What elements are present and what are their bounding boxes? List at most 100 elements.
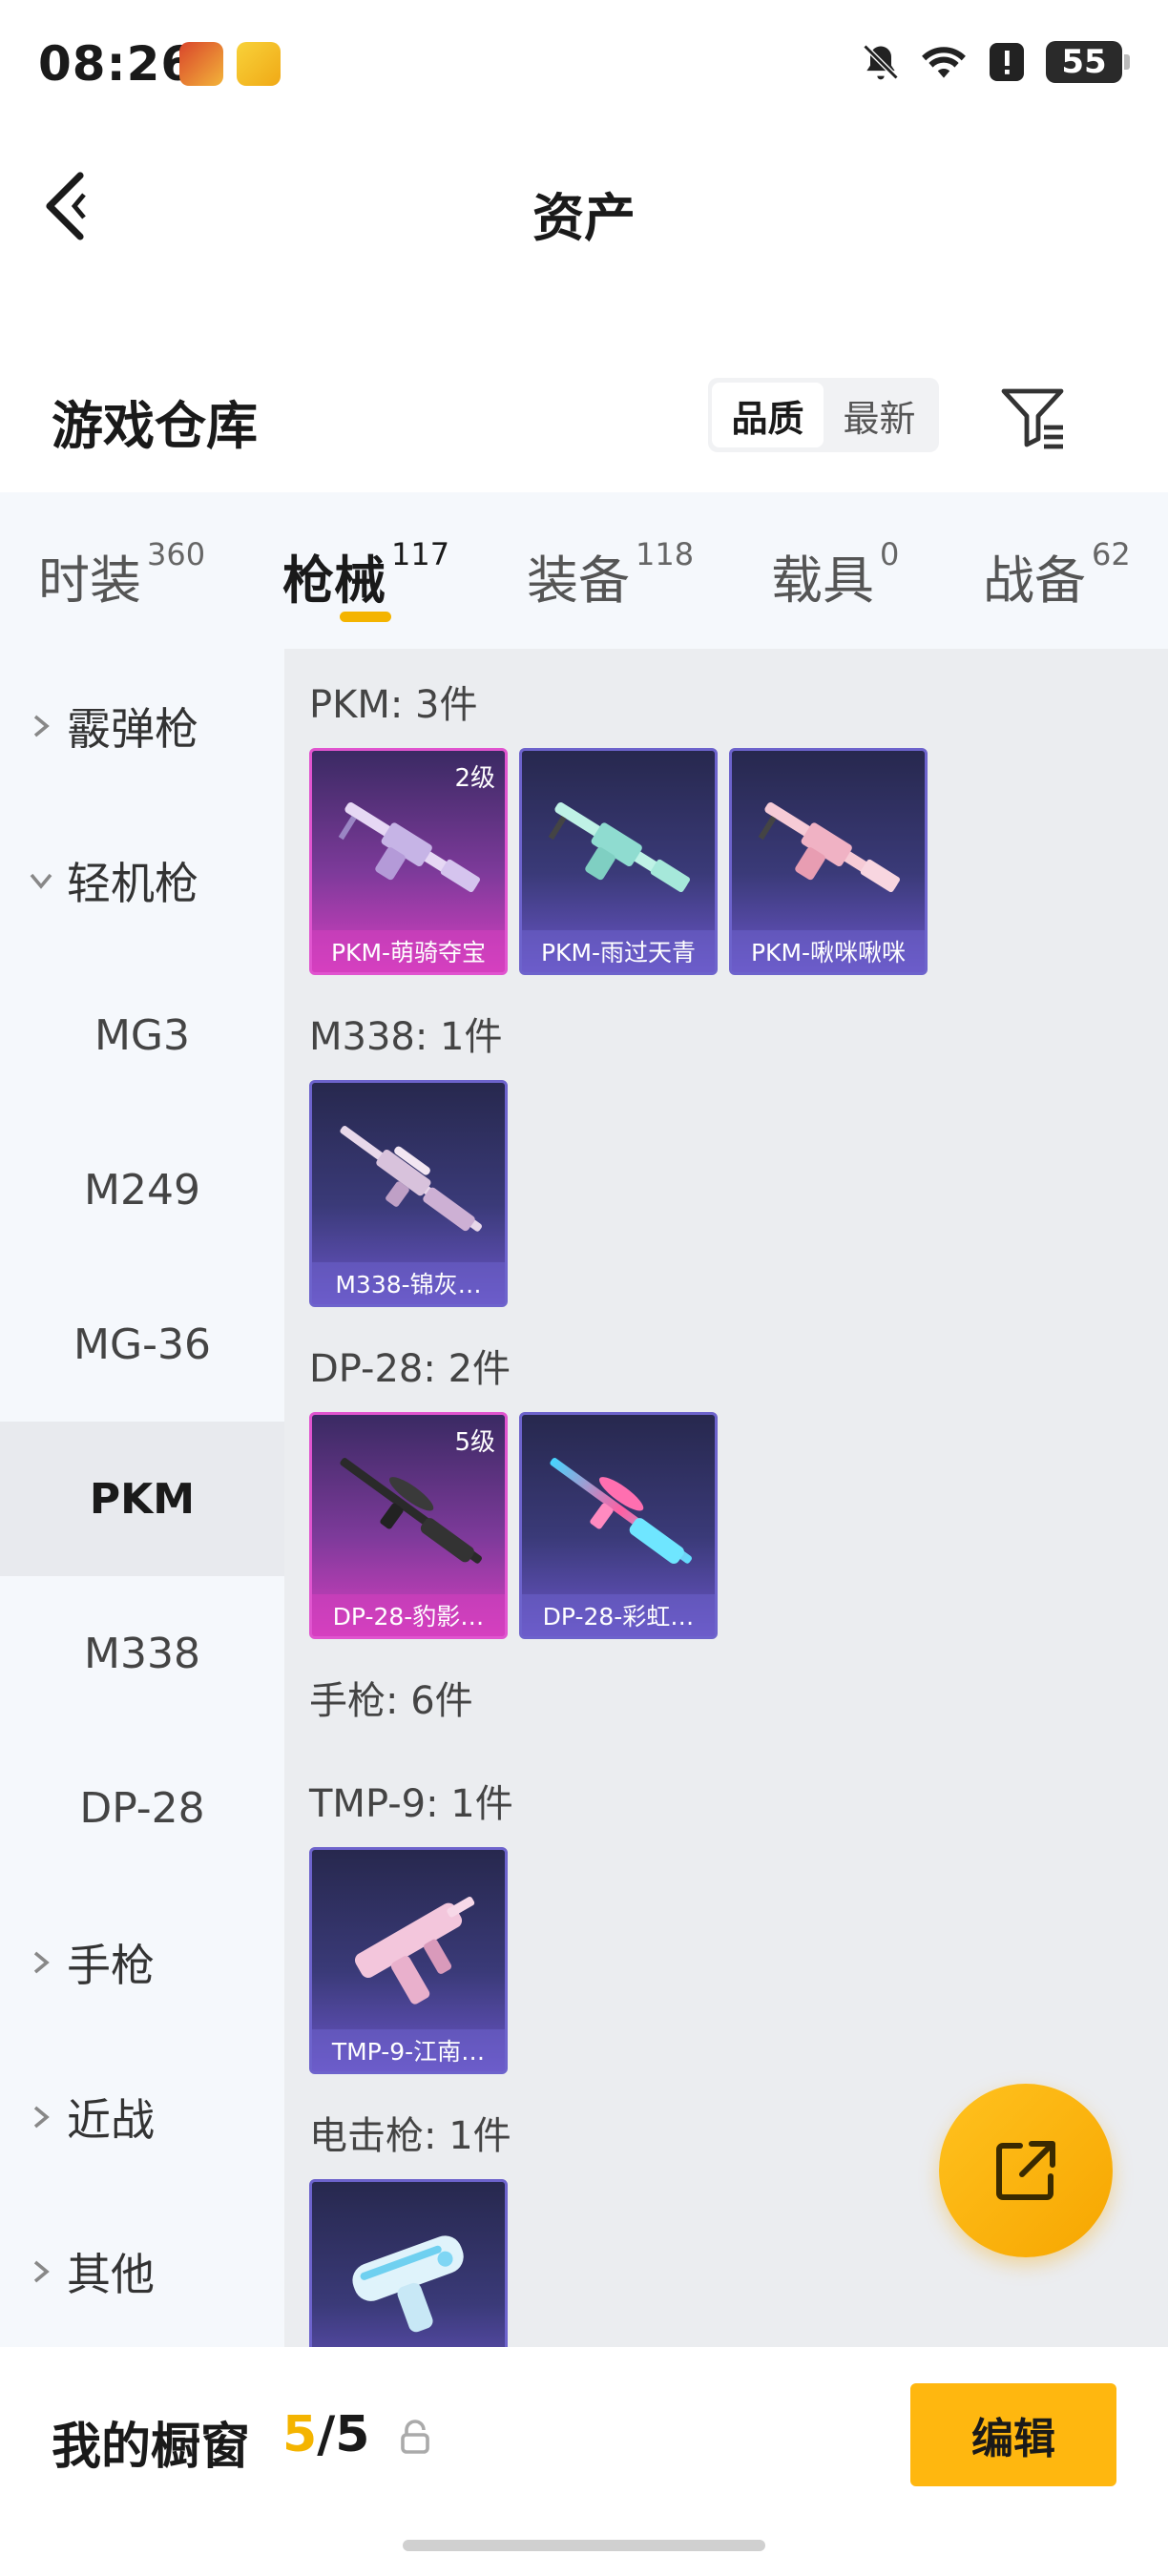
- sidebar-item-label: DP-28: [79, 1783, 205, 1833]
- item-name: PKM-啾咪啾咪: [732, 930, 925, 972]
- chevron-right-icon: [27, 2103, 55, 2131]
- item-name: M338-锦灰…: [312, 1262, 505, 1304]
- tab-count: 117: [391, 536, 450, 572]
- app-notification-icon: [237, 42, 281, 86]
- alert-icon: [983, 38, 1031, 86]
- sidebar-item-label: M338: [84, 1629, 200, 1678]
- sidebar-item-label: 其他: [67, 2249, 155, 2300]
- item-card[interactable]: 2级 PKM-萌骑夺宝: [309, 748, 508, 975]
- chevron-right-icon: [27, 1948, 55, 1977]
- tab-label: 时装: [38, 551, 141, 611]
- active-tab-indicator: [340, 612, 391, 622]
- sort-newest-button[interactable]: 最新: [824, 383, 935, 447]
- sidebar-item-m249[interactable]: M249: [0, 1112, 284, 1267]
- app-notification-icon: [179, 42, 223, 86]
- tab-count: 62: [1092, 536, 1131, 572]
- tab-count: 360: [147, 536, 206, 572]
- sidebar-item-dp28[interactable]: DP-28: [0, 1731, 284, 1885]
- share-fab[interactable]: [939, 2084, 1113, 2257]
- chevron-down-icon: [27, 866, 55, 895]
- group-title: DP-28: 2件: [309, 1347, 511, 1391]
- lmg-skin-image: [548, 802, 691, 893]
- sidebar-item-label: 霰弹枪: [67, 703, 198, 755]
- item-name: TMP-9-江南…: [312, 2029, 505, 2071]
- tab-label: 装备: [527, 551, 630, 611]
- sidebar-item-shotgun[interactable]: 霰弹枪: [0, 649, 284, 803]
- group-title: PKM: 3件: [309, 683, 478, 727]
- tab-label: 战备: [983, 551, 1086, 611]
- tab-firearms[interactable]: 枪械 117: [282, 536, 450, 613]
- showcase-bar: 我的橱窗 5/5 编辑: [0, 2347, 1168, 2576]
- page-header: 资产: [0, 134, 1168, 277]
- warehouse-header: 游戏仓库 品质 最新: [0, 363, 1168, 477]
- tab-count: 0: [880, 536, 900, 572]
- chevron-right-icon: [27, 712, 55, 740]
- sort-toggle: 品质 最新: [708, 378, 939, 452]
- showcase-count: 5/5: [282, 2406, 369, 2463]
- tab-vehicles[interactable]: 载具 0: [771, 536, 900, 613]
- filter-button[interactable]: [998, 382, 1067, 450]
- sidebar-item-mg3[interactable]: MG3: [0, 958, 284, 1112]
- item-card[interactable]: M338-锦灰…: [309, 1080, 508, 1307]
- tab-equipment[interactable]: 装备 118: [527, 536, 695, 613]
- mute-bell-icon: [857, 38, 905, 86]
- chevron-right-icon: [27, 2257, 55, 2286]
- sidebar-item-melee[interactable]: 近战: [0, 2040, 284, 2194]
- sniper-skin-image: [340, 1126, 482, 1232]
- sidebar-item-pistol[interactable]: 手枪: [0, 1885, 284, 2040]
- showcase-total-count: 5: [335, 2406, 370, 2463]
- level-badge: 2级: [454, 764, 495, 793]
- showcase-used-count: 5: [282, 2406, 318, 2463]
- sidebar-item-label: 轻机枪: [67, 858, 198, 909]
- showcase-label: 我的橱窗: [52, 2419, 251, 2476]
- tab-supplies[interactable]: 战备 62: [983, 536, 1131, 613]
- battery-indicator: 55: [1046, 41, 1130, 83]
- sidebar-item-mg36[interactable]: MG-36: [0, 1267, 284, 1422]
- item-card[interactable]: PKM-雨过天青: [519, 748, 718, 975]
- stun-gun-skin-image: [352, 2235, 464, 2333]
- sidebar-item-other[interactable]: 其他: [0, 2194, 284, 2349]
- sort-quality-button[interactable]: 品质: [712, 383, 824, 447]
- page-title: 资产: [532, 188, 636, 248]
- group-title: 电击枪: 1件: [309, 2114, 511, 2158]
- sidebar-item-label: MG-36: [73, 1319, 211, 1369]
- sidebar-item-label: 近战: [67, 2094, 155, 2146]
- section-title: 游戏仓库: [52, 396, 258, 456]
- edit-button[interactable]: 编辑: [910, 2383, 1116, 2486]
- item-name: PKM-萌骑夺宝: [312, 930, 505, 972]
- sidebar-item-pkm[interactable]: PKM: [0, 1422, 284, 1576]
- status-bar: 08:26 55: [0, 0, 1168, 134]
- item-card[interactable]: DP-28-彩虹…: [519, 1412, 718, 1639]
- level-badge: 5级: [454, 1428, 495, 1457]
- sidebar-item-label: MG3: [94, 1010, 191, 1060]
- filter-icon: [1001, 388, 1064, 449]
- tab-label: 枪械: [282, 551, 386, 611]
- lmg-skin-image: [758, 802, 901, 893]
- group-title: 手枪: 6件: [309, 1679, 473, 1723]
- wifi-icon: [920, 38, 968, 86]
- sidebar-item-label: PKM: [89, 1474, 196, 1524]
- item-name: DP-28-豹影…: [312, 1594, 505, 1636]
- item-name: PKM-雨过天青: [522, 930, 715, 972]
- home-indicator[interactable]: [403, 2540, 765, 2551]
- share-external-icon: [996, 2141, 1055, 2200]
- sidebar-item-lmg[interactable]: 轻机枪: [0, 803, 284, 958]
- item-card[interactable]: TMP-9-江南…: [309, 1847, 508, 2074]
- lock-icon: [401, 2420, 429, 2454]
- category-tabs: 时装 360 枪械 117 装备 118 载具 0 战备 62: [0, 492, 1168, 649]
- count-separator: /: [317, 2406, 336, 2463]
- tab-label: 载具: [771, 551, 874, 611]
- sidebar-item-m338[interactable]: M338: [0, 1576, 284, 1731]
- lmg-skin-image: [550, 1458, 692, 1564]
- item-name: DP-28-彩虹…: [522, 1594, 715, 1636]
- status-time: 08:26: [38, 36, 196, 92]
- tab-count: 118: [636, 536, 695, 572]
- weapon-type-sidebar: 霰弹枪 轻机枪 MG3 M249 MG-36 PKM M338 DP-28 手枪…: [0, 649, 284, 2347]
- sidebar-item-label: M249: [84, 1165, 200, 1215]
- item-card[interactable]: [309, 2179, 508, 2347]
- tab-outfits[interactable]: 时装 360: [38, 536, 206, 613]
- item-card[interactable]: 5级 DP-28-豹影…: [309, 1412, 508, 1639]
- smg-skin-image: [354, 1896, 475, 2005]
- group-title: M338: 1件: [309, 1015, 503, 1059]
- item-card[interactable]: PKM-啾咪啾咪: [729, 748, 928, 975]
